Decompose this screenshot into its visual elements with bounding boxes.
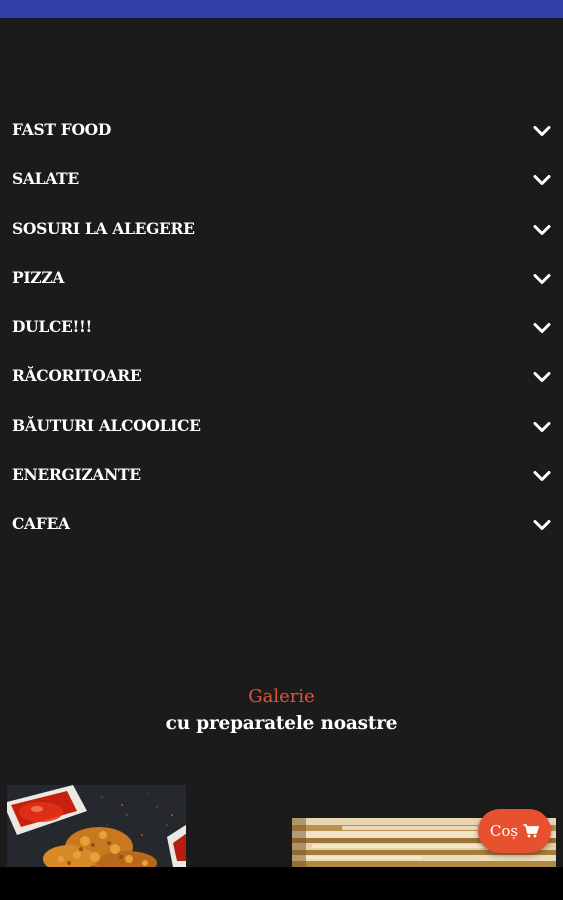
menu-category-label: CAFEA xyxy=(12,514,70,534)
menu-category-dulce[interactable]: DULCE!!! xyxy=(0,303,563,352)
chevron-down-icon[interactable] xyxy=(531,169,553,191)
cart-button-label: Coș xyxy=(489,822,519,840)
chevron-down-icon[interactable] xyxy=(531,219,553,241)
chevron-down-icon[interactable] xyxy=(531,416,553,438)
chevron-down-icon[interactable] xyxy=(531,120,553,142)
menu-category-racoritoare[interactable]: RĂCORITOARE xyxy=(0,352,563,401)
chevron-down-icon[interactable] xyxy=(531,268,553,290)
menu-category-energizante[interactable]: ENERGIZANTE xyxy=(0,451,563,500)
menu-category-label: RĂCORITOARE xyxy=(12,366,142,386)
menu-category-list: FAST FOOD SALATE SOSURI LA ALEGERE PIZZA… xyxy=(0,106,563,550)
menu-category-label: ENERGIZANTE xyxy=(12,465,141,485)
gallery-title: Galerie xyxy=(248,686,315,707)
cart-button[interactable]: Coș xyxy=(478,809,551,853)
gallery-image-chicken-wings[interactable] xyxy=(7,785,186,867)
gallery-subtitle: cu preparatele noastre xyxy=(165,713,398,734)
menu-category-salate[interactable]: SALATE xyxy=(0,155,563,204)
gallery-image-art xyxy=(7,785,186,867)
menu-category-label: FAST FOOD xyxy=(12,120,111,139)
chevron-down-icon[interactable] xyxy=(531,317,553,339)
menu-category-label: SALATE xyxy=(12,169,79,189)
menu-category-label: SOSURI LA ALEGERE xyxy=(12,218,195,238)
menu-category-label: PIZZA xyxy=(12,267,65,287)
status-bar xyxy=(0,0,563,18)
menu-category-label: DULCE!!! xyxy=(12,317,93,337)
system-navigation-bar xyxy=(0,867,563,900)
chevron-down-icon[interactable] xyxy=(531,465,553,487)
menu-category-fast-food[interactable]: FAST FOOD xyxy=(0,106,563,155)
chevron-down-icon[interactable] xyxy=(531,366,553,388)
menu-category-pizza[interactable]: PIZZA xyxy=(0,254,563,303)
menu-category-sosuri[interactable]: SOSURI LA ALEGERE xyxy=(0,205,563,254)
menu-category-label: BĂUTURI ALCOOLICE xyxy=(12,415,201,435)
cart-icon xyxy=(523,824,540,838)
menu-category-cafea[interactable]: CAFEA xyxy=(0,500,563,549)
chevron-down-icon[interactable] xyxy=(531,514,553,536)
menu-category-bauturi-alcoolice[interactable]: BĂUTURI ALCOOLICE xyxy=(0,402,563,451)
